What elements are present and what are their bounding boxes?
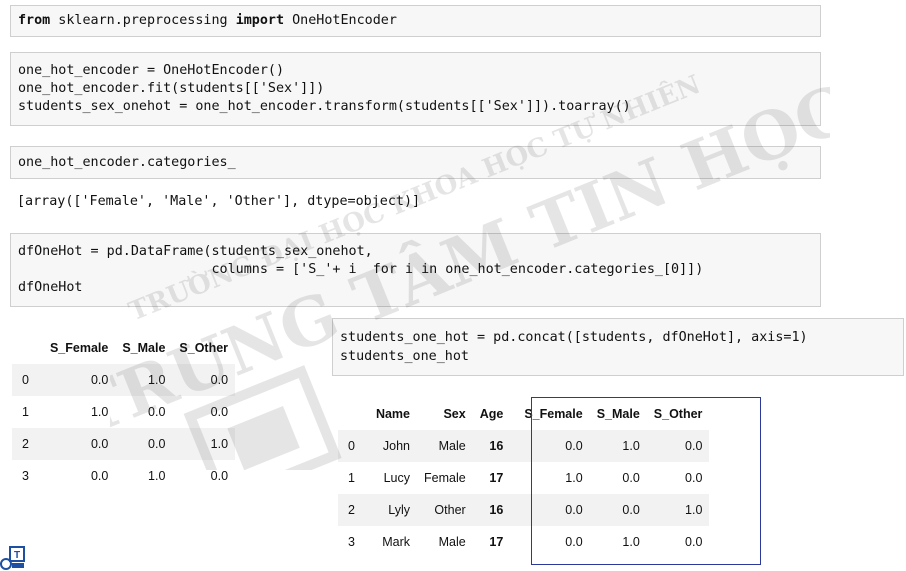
column-header: S_Other [179, 341, 229, 355]
table-cell: 17 [489, 471, 504, 485]
table-cell: 16 [472, 494, 511, 526]
table-header-row: S_Female S_Male S_Other [12, 332, 235, 364]
keyword-import: import [235, 13, 285, 28]
row-index: 2 [338, 494, 369, 526]
keyword-from: from [18, 13, 51, 28]
table-cell: John [368, 430, 417, 462]
table-cell: Male [438, 535, 466, 549]
onehot-dataframe-table: S_Female S_Male S_Other 0 0.0 1.0 0.0 1 … [12, 332, 236, 492]
table-cell: 0.0 [90, 469, 109, 483]
row-index: 3 [348, 535, 355, 549]
categories-output: [array(['Female', 'Male', 'Other'], dtyp… [17, 194, 421, 209]
table-cell: Lucy [383, 471, 410, 485]
center-logo-icon: T [0, 546, 25, 570]
code-cell-import[interactable]: from sklearn.preprocessing import OneHot… [10, 5, 821, 37]
module-name: sklearn.preprocessing [50, 13, 236, 28]
code-line-1: dfOneHot = pd.DataFrame(students_sex_one… [18, 244, 373, 259]
column-header: S_Female [49, 341, 109, 355]
row-index: 1 [22, 405, 29, 419]
column-header: Age [479, 407, 504, 421]
table-row: 1 1.0 0.0 0.0 [12, 396, 235, 428]
code-line-3: dfOneHot [18, 280, 83, 295]
code-line-2: one_hot_encoder.fit(students[['Sex']]) [18, 81, 325, 96]
column-header: Sex [443, 407, 466, 421]
table-cell: 0.0 [42, 428, 116, 460]
row-index: 3 [22, 469, 29, 483]
code-cell-fit-transform[interactable]: one_hot_encoder = OneHotEncoder() one_ho… [10, 52, 821, 126]
logo-letter: T [14, 550, 20, 561]
class-name: OneHotEncoder [284, 13, 397, 28]
table-cell: 1.0 [90, 405, 109, 419]
code-line-3: students_sex_onehot = one_hot_encoder.tr… [18, 99, 631, 114]
code-cell-dataframe[interactable]: dfOneHot = pd.DataFrame(students_sex_one… [10, 233, 821, 307]
code-cell-concat[interactable]: students_one_hot = pd.concat([students, … [332, 318, 904, 376]
row-index: 2 [12, 428, 43, 460]
table-row: 3 0.0 1.0 0.0 [12, 460, 235, 492]
onehot-columns-highlight [531, 397, 761, 565]
table-cell: Other [417, 494, 473, 526]
table-cell: Female [424, 471, 466, 485]
index-header [12, 332, 43, 364]
table-row: 2 0.0 0.0 1.0 [12, 428, 236, 460]
table-cell: 0.0 [210, 469, 229, 483]
table-cell: 1.0 [115, 364, 173, 396]
table-cell: 1.0 [148, 469, 166, 483]
table-cell: 16 [472, 430, 511, 462]
index-header [338, 398, 369, 430]
row-index: 0 [338, 430, 369, 462]
code-line-1: students_one_hot = pd.concat([students, … [340, 330, 808, 345]
code-line-1: one_hot_encoder = OneHotEncoder() [18, 63, 285, 78]
table-cell: 0.0 [210, 405, 229, 419]
table-cell: 0.0 [148, 405, 166, 419]
code-cell-categories[interactable]: one_hot_encoder.categories_ [10, 146, 821, 179]
table-cell: 0.0 [172, 364, 236, 396]
column-header: S_Male [122, 341, 166, 355]
table-cell: Lyly [368, 494, 417, 526]
table-cell: 0.0 [115, 428, 173, 460]
code-line-2: students_one_hot [340, 349, 469, 364]
code-line: one_hot_encoder.categories_ [18, 155, 236, 170]
table-row: 0 0.0 1.0 0.0 [12, 364, 236, 396]
row-index: 0 [12, 364, 43, 396]
row-index: 1 [348, 471, 355, 485]
table-cell: Mark [382, 535, 410, 549]
table-cell: Male [417, 430, 473, 462]
table-cell: 0.0 [42, 364, 116, 396]
table-cell: 1.0 [172, 428, 236, 460]
table-cell: 17 [489, 535, 504, 549]
code-line: from sklearn.preprocessing import OneHot… [18, 12, 397, 30]
code-line-2: columns = ['S_'+ i for i in one_hot_enco… [18, 262, 704, 277]
column-header: Name [375, 407, 410, 421]
